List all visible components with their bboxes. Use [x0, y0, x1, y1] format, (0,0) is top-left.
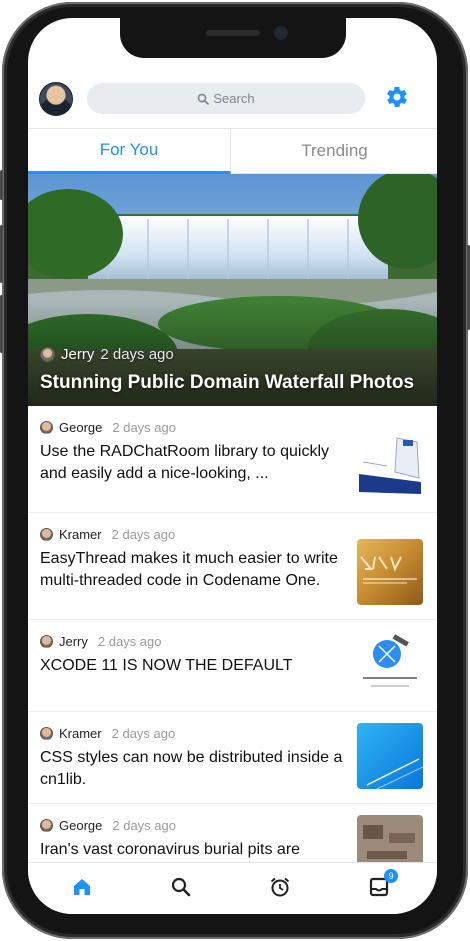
item-meta: George 2 days ago	[40, 818, 176, 833]
search-bar[interactable]: Search	[87, 83, 365, 114]
author-avatar	[40, 727, 53, 740]
list-item[interactable]: George 2 days ago Use the RADChatRoom li…	[28, 406, 437, 513]
item-time: 2 days ago	[112, 420, 176, 435]
camera	[276, 28, 286, 38]
item-author: Kramer	[59, 527, 102, 542]
hero-meta: Jerry 2 days ago	[40, 346, 174, 363]
item-time: 2 days ago	[111, 527, 176, 542]
list-item[interactable]: Kramer 2 days ago EasyThread makes it mu…	[28, 513, 437, 620]
tab-bar: For You Trending	[28, 128, 437, 174]
hero-title: Stunning Public Domain Waterfall Photos	[40, 372, 415, 393]
item-title: EasyThread makes it much easier to write…	[40, 550, 338, 589]
search-placeholder: Search	[213, 91, 255, 106]
item-title: CSS styles can now be distributed inside…	[40, 749, 343, 788]
inbox-badge: 9	[384, 869, 398, 883]
item-meta: Kramer 2 days ago	[40, 726, 175, 741]
side-button	[0, 225, 3, 283]
chat-screenshot-thumbnail	[357, 432, 423, 498]
speaker	[206, 30, 260, 36]
author-avatar	[40, 635, 53, 648]
gear-icon[interactable]	[385, 85, 409, 109]
author-avatar	[40, 421, 53, 434]
side-button	[0, 295, 3, 353]
tab-for-you[interactable]: For You	[28, 129, 231, 174]
notch	[120, 18, 346, 58]
list-item[interactable]: Kramer 2 days ago CSS styles can now be …	[28, 712, 437, 804]
author-avatar	[40, 347, 55, 362]
list-item[interactable]: Jerry 2 days ago XCODE 11 IS NOW THE DEF…	[28, 620, 437, 712]
alarm-icon[interactable]	[268, 875, 292, 899]
hero-time: 2 days ago	[100, 346, 174, 363]
item-author: George	[59, 420, 103, 435]
tab-trending[interactable]: Trending	[232, 129, 437, 174]
item-time: 2 days ago	[97, 634, 162, 649]
bottom-nav: 9	[28, 862, 437, 914]
author-avatar	[40, 819, 53, 832]
new-features-thumbnail	[357, 539, 423, 605]
profile-avatar[interactable]	[39, 82, 73, 116]
side-button	[0, 170, 3, 200]
item-meta: George 2 days ago	[40, 420, 176, 435]
item-meta: Jerry 2 days ago	[40, 634, 162, 649]
home-icon[interactable]	[70, 875, 94, 899]
item-time: 2 days ago	[112, 818, 176, 833]
satellite-photo-thumbnail	[357, 815, 423, 862]
search-icon[interactable]	[169, 875, 193, 899]
blue-abstract-thumbnail	[357, 723, 423, 789]
header: Search	[28, 78, 437, 128]
search-icon	[197, 93, 210, 105]
item-time: 2 days ago	[111, 726, 176, 741]
app-screen: Search For You Trending Jerry 2 days ago…	[28, 18, 437, 914]
item-meta: Kramer 2 days ago	[40, 527, 175, 542]
author-avatar	[40, 528, 53, 541]
hero-article[interactable]: Jerry 2 days ago Stunning Public Domain …	[28, 174, 437, 406]
hero-author: Jerry	[61, 346, 95, 363]
item-author: Jerry	[59, 634, 88, 649]
item-title: XCODE 11 IS NOW THE DEFAULT	[40, 657, 293, 674]
item-author: George	[59, 818, 103, 833]
article-feed: George 2 days ago Use the RADChatRoom li…	[28, 406, 437, 862]
item-title: Iran's vast coronavirus burial pits are …	[40, 841, 301, 858]
item-author: Kramer	[59, 726, 102, 741]
xcode-welcome-thumbnail	[357, 634, 423, 700]
list-item[interactable]: George 2 days ago Iran's vast coronaviru…	[28, 804, 437, 862]
item-title: Use the RADChatRoom library to quickly a…	[40, 443, 329, 482]
